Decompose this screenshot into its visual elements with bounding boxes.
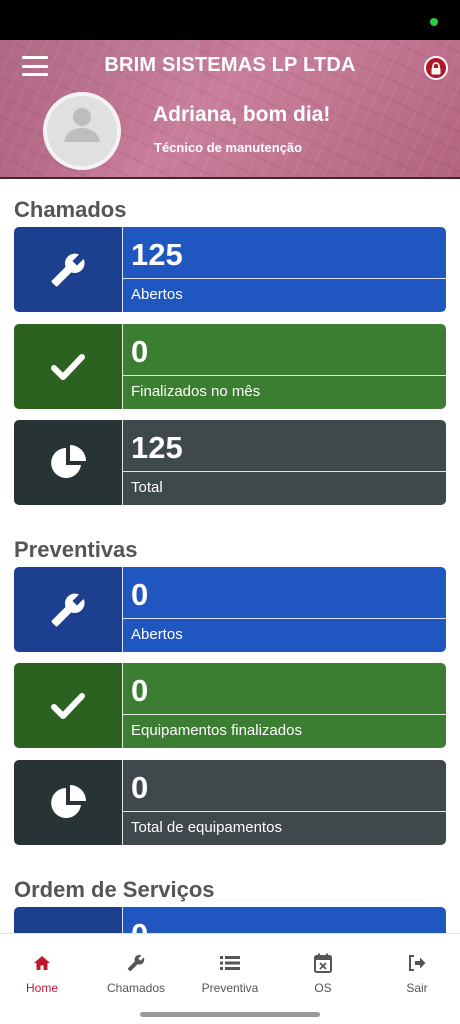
nav-item-sair[interactable]: Sair bbox=[371, 952, 460, 995]
card-value: 0 bbox=[123, 324, 446, 376]
card-value: 125 bbox=[123, 227, 446, 279]
section-title-preventivas: Preventivas bbox=[14, 537, 138, 562]
nav-label: Home bbox=[25, 981, 58, 995]
greeting: Adriana, bom dia! bbox=[153, 103, 331, 126]
user-placeholder-icon bbox=[64, 108, 100, 142]
section-title-ordem-servicos: Ordem de Serviços bbox=[14, 877, 215, 902]
wrench-icon bbox=[14, 227, 122, 312]
calendar-x-icon bbox=[277, 952, 369, 974]
card-label: Abertos bbox=[131, 626, 183, 643]
camera-indicator-icon bbox=[430, 18, 438, 26]
card-value: 0 bbox=[123, 567, 446, 619]
card-label: Total de equipamentos bbox=[131, 819, 282, 836]
wrench-icon bbox=[14, 907, 122, 933]
nav-label: OS bbox=[314, 981, 332, 995]
bottom-nav: Home Chamados Preventiva OS Sair bbox=[0, 933, 460, 1024]
card-chamados-abertos[interactable]: 125 Abertos bbox=[14, 227, 446, 312]
check-icon bbox=[14, 324, 122, 409]
card-value: 0 bbox=[123, 907, 446, 933]
dashboard-content[interactable]: Chamados 125 Abertos 0 Finalizados no mê… bbox=[0, 181, 460, 933]
home-indicator[interactable] bbox=[140, 1012, 320, 1017]
avatar[interactable] bbox=[43, 92, 121, 170]
nav-item-home[interactable]: Home bbox=[0, 952, 88, 995]
card-value: 125 bbox=[123, 420, 446, 472]
lock-icon[interactable] bbox=[424, 56, 448, 80]
profile-header: BRIM SISTEMAS LP LTDA Adriana, bom dia! … bbox=[0, 40, 460, 179]
card-label: Total bbox=[131, 479, 163, 496]
card-os-abertos[interactable]: 0 bbox=[14, 907, 446, 933]
app-title: BRIM SISTEMAS LP LTDA bbox=[104, 54, 356, 76]
card-preventivas-equipamentos-finalizados[interactable]: 0 Equipamentos finalizados bbox=[14, 663, 446, 748]
list-icon bbox=[184, 952, 276, 974]
card-label: Abertos bbox=[131, 286, 183, 303]
nav-label: Preventiva bbox=[201, 981, 259, 995]
nav-item-preventiva[interactable]: Preventiva bbox=[184, 952, 276, 995]
nav-label: Chamados bbox=[106, 981, 166, 995]
card-chamados-total[interactable]: 125 Total bbox=[14, 420, 446, 505]
home-icon bbox=[0, 952, 88, 974]
sign-out-icon bbox=[371, 952, 460, 974]
pie-chart-icon bbox=[14, 760, 122, 845]
wrench-icon bbox=[14, 567, 122, 652]
card-value: 0 bbox=[123, 760, 446, 812]
nav-item-os[interactable]: OS bbox=[277, 952, 369, 995]
pie-chart-icon bbox=[14, 420, 122, 505]
section-title-chamados: Chamados bbox=[14, 197, 127, 222]
card-chamados-finalizados[interactable]: 0 Finalizados no mês bbox=[14, 324, 446, 409]
status-bar bbox=[0, 0, 460, 40]
card-preventivas-abertos[interactable]: 0 Abertos bbox=[14, 567, 446, 652]
user-role: Técnico de manutenção bbox=[154, 140, 303, 155]
check-icon bbox=[14, 663, 122, 748]
card-label: Equipamentos finalizados bbox=[131, 722, 302, 739]
card-value: 0 bbox=[123, 663, 446, 715]
card-preventivas-total-equipamentos[interactable]: 0 Total de equipamentos bbox=[14, 760, 446, 845]
nav-item-chamados[interactable]: Chamados bbox=[90, 952, 182, 995]
card-label: Finalizados no mês bbox=[131, 383, 261, 400]
wrench-icon bbox=[90, 952, 182, 974]
nav-label: Sair bbox=[406, 981, 428, 995]
